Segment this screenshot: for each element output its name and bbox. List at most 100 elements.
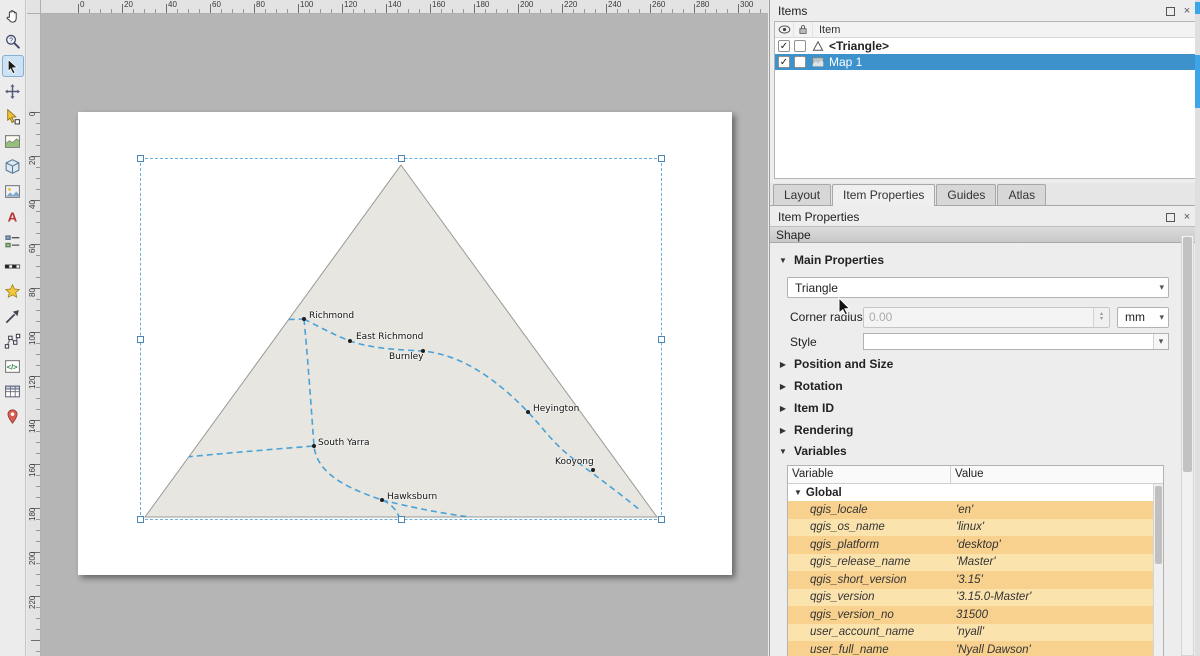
add-arrow-tool[interactable] (2, 305, 24, 327)
spinner-buttons[interactable]: ▴▾ (1093, 308, 1109, 327)
variables-table-header: Variable Value (788, 466, 1163, 484)
shape-section-header: Shape (770, 226, 1200, 243)
add-picture-tool[interactable] (2, 180, 24, 202)
variables-group-global[interactable]: ▼ Global (788, 484, 1163, 501)
variable-row[interactable]: qgis_version '3.15.0-Master' (788, 589, 1163, 607)
triangle-item-selection[interactable]: RichmondEast RichmondBurnleyHeyingtonSou… (140, 158, 662, 520)
ruler-number: 20 (27, 156, 39, 200)
group-position-and-size[interactable]: ▶ Position and Size (778, 356, 1200, 372)
edit-nodes-item-tool[interactable] (2, 105, 24, 127)
expand-arrow-icon: ▶ (778, 382, 788, 391)
mouse-cursor (838, 297, 851, 319)
variable-row[interactable]: qgis_short_version '3.15' (788, 571, 1163, 589)
variable-row[interactable]: qgis_version_no 31500 (788, 606, 1163, 624)
variable-value: '3.15' (951, 574, 1163, 586)
variable-row[interactable]: qgis_locale 'en' (788, 501, 1163, 519)
style-dropdown-button[interactable]: ▾ (863, 333, 1169, 350)
add-3d-map-tool[interactable] (2, 155, 24, 177)
style-label: Style (790, 335, 863, 349)
variable-value: 'desktop' (951, 539, 1163, 551)
window-edge-scrollbar[interactable] (1195, 0, 1200, 656)
add-map-tool[interactable] (2, 130, 24, 152)
variable-row[interactable]: qgis_platform 'desktop' (788, 536, 1163, 554)
table-scrollbar[interactable] (1153, 484, 1163, 656)
lock-checkbox[interactable] (794, 40, 806, 52)
variable-row[interactable]: user_account_name 'nyall' (788, 624, 1163, 642)
visibility-checkbox[interactable] (778, 40, 790, 52)
tab-item-properties[interactable]: Item Properties (832, 184, 935, 206)
lock-checkbox[interactable] (794, 56, 806, 68)
add-scalebar-tool[interactable] (2, 255, 24, 277)
ruler-number: 300 (738, 0, 768, 9)
resize-handle[interactable] (137, 155, 144, 162)
resize-handle[interactable] (658, 155, 665, 162)
corner-radius-unit-select[interactable]: mm ▾ (1117, 307, 1169, 328)
group-variables[interactable]: ▼ Variables (778, 443, 1200, 459)
add-label-tool[interactable]: A (2, 205, 24, 227)
map-label: East Richmond (356, 332, 423, 342)
float-panel-icon[interactable] (1163, 5, 1177, 18)
variable-row[interactable]: qgis_release_name 'Master' (788, 554, 1163, 572)
layout-canvas[interactable]: RichmondEast RichmondBurnleyHeyingtonSou… (41, 14, 768, 656)
tab-guides[interactable]: Guides (936, 184, 996, 205)
ruler-number: 100 (27, 332, 39, 376)
pan-tool[interactable] (2, 5, 24, 27)
resize-handle[interactable] (137, 516, 144, 523)
collapse-arrow-icon: ▼ (794, 488, 802, 497)
item-row-map-1[interactable]: Map 1 (775, 54, 1195, 70)
close-panel-icon[interactable]: × (1180, 211, 1194, 224)
chevron-down-icon: ▾ (1153, 334, 1168, 349)
corner-radius-input[interactable]: 0.00 ▴▾ (863, 307, 1110, 328)
resize-handle[interactable] (398, 155, 405, 162)
zoom-tool[interactable]: ? (2, 30, 24, 52)
visibility-column-eye-icon (775, 22, 794, 37)
svg-text:A: A (8, 209, 18, 224)
tab-layout[interactable]: Layout (773, 184, 831, 205)
variable-name: qgis_version_no (788, 609, 951, 621)
variable-row[interactable]: user_full_name 'Nyall Dawson' (788, 641, 1163, 656)
ruler-number: 80 (254, 0, 298, 9)
ruler-horizontal: 0204060801001201401601802002202402602803… (41, 0, 768, 14)
group-rotation[interactable]: ▶ Rotation (778, 378, 1200, 394)
properties-scrollbar[interactable] (1181, 235, 1194, 656)
item-column-header: Item (813, 24, 840, 36)
lock-column-lock-icon (794, 22, 813, 37)
ruler-number: 280 (694, 0, 738, 9)
resize-handle[interactable] (658, 516, 665, 523)
tab-atlas[interactable]: Atlas (997, 184, 1046, 205)
collapse-arrow-icon: ▼ (778, 256, 788, 265)
ruler-number: 220 (562, 0, 606, 9)
dock-tabs: Layout Item Properties Guides Atlas (770, 183, 1200, 206)
resize-handle[interactable] (658, 336, 665, 343)
item-properties-titlebar: Item Properties × (770, 206, 1200, 226)
ruler-number: 120 (342, 0, 386, 9)
add-legend-tool[interactable] (2, 230, 24, 252)
group-rendering[interactable]: ▶ Rendering (778, 422, 1200, 438)
add-attribute-table-tool[interactable] (2, 380, 24, 402)
select-move-item-tool[interactable] (2, 55, 24, 77)
move-item-content-tool[interactable] (2, 80, 24, 102)
add-marker-tool[interactable] (2, 405, 24, 427)
shape-type-select[interactable]: Triangle ▾ (787, 277, 1169, 298)
variable-row[interactable]: qgis_os_name 'linux' (788, 519, 1163, 537)
visibility-checkbox[interactable] (778, 56, 790, 68)
variable-name: qgis_version (788, 591, 951, 603)
group-main-properties[interactable]: ▼ Main Properties (778, 252, 1200, 268)
ruler-number: 160 (27, 464, 39, 508)
map-item-icon (810, 56, 825, 68)
close-panel-icon[interactable]: × (1180, 5, 1194, 18)
resize-handle[interactable] (398, 516, 405, 523)
map-label: Burnley (389, 352, 424, 362)
ruler-number: 200 (518, 0, 562, 9)
add-html-tool[interactable]: </> (2, 355, 24, 377)
add-node-item-tool[interactable] (2, 330, 24, 352)
add-shape-tool[interactable] (2, 280, 24, 302)
ruler-number: 180 (27, 508, 39, 552)
variable-name: qgis_platform (788, 539, 951, 551)
item-row-triangle[interactable]: <Triangle> (775, 38, 1195, 54)
resize-handle[interactable] (137, 336, 144, 343)
chevron-down-icon: ▾ (1159, 312, 1164, 323)
qgis-layout-designer-window: ? A </> (0, 0, 1200, 656)
float-panel-icon[interactable] (1163, 211, 1177, 224)
group-item-id[interactable]: ▶ Item ID (778, 400, 1200, 416)
